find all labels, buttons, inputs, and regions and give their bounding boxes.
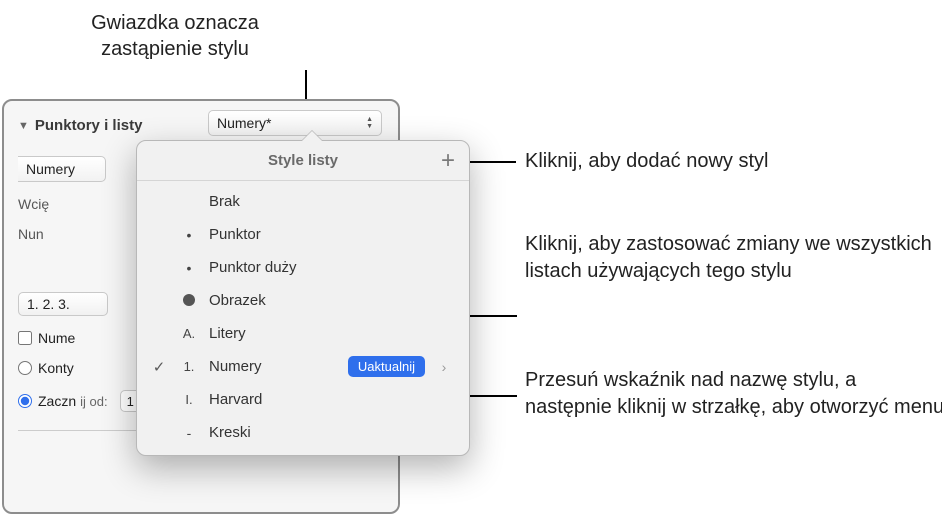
updown-caret-icon: ▲▼ [366,117,373,130]
style-bullet-icon [179,293,199,309]
checkmark-icon: ✓ [149,358,169,376]
style-bullet-icon: • [179,260,199,276]
style-bullet-icon: - [179,425,199,441]
list-style-option[interactable]: • Punktor duży [137,251,469,284]
list-style-option[interactable]: Brak [137,185,469,218]
style-option-label: Punktor duży [209,259,453,276]
style-option-label: Numery [209,358,338,375]
number-format-select[interactable]: 1. 2. 3. [18,292,108,316]
list-style-option[interactable]: -Kreski [137,416,469,449]
style-bullet-icon: 1. [179,359,199,374]
style-bullet-icon: I. [179,392,199,407]
annotation-update: Kliknij, aby zastosować zmiany we wszyst… [525,231,942,285]
style-option-label: Litery [209,325,453,342]
chevron-right-icon[interactable]: › [435,359,453,375]
list-style-option[interactable]: ✓ 1. Numery Uaktualnij › [137,350,469,383]
numbered-type-select[interactable]: Numery [18,156,106,182]
style-option-label: Kreski [209,424,453,441]
update-style-button[interactable]: Uaktualnij [348,356,425,377]
style-bullet-icon: • [179,227,199,243]
list-style-value: Numery* [217,115,271,131]
list-style-option[interactable]: • Punktor [137,218,469,251]
list-style-option[interactable]: A. Litery [137,317,469,350]
style-option-label: Obrazek [209,292,453,309]
section-title: Punktory i listy [35,117,143,134]
style-option-label: Brak [209,193,453,210]
list-style-option[interactable]: Obrazek [137,284,469,317]
annotation-top: Gwiazdka oznacza zastąpienie stylu [60,10,290,62]
radio-start-from[interactable] [18,394,32,408]
style-option-label: Harvard [209,391,453,408]
popover-header: Style listy + [137,141,469,181]
radio-continue[interactable] [18,361,32,375]
list-style-select[interactable]: Numery* ▲▼ [208,110,382,136]
list-style-popover: Style listy + Brak • Punktor • Punktor duży O… [136,140,470,456]
popover-list: Brak • Punktor • Punktor duży Obrazek A. Litery… [137,181,469,453]
tiered-checkbox[interactable] [18,331,32,345]
leader-arrow [467,395,517,397]
annotation-add: Kliknij, aby dodać nowy styl [525,148,942,175]
list-style-option[interactable]: I. Harvard [137,383,469,416]
disclosure-triangle-icon[interactable]: ▼ [18,120,29,132]
style-bullet-icon: A. [179,326,199,341]
style-option-label: Punktor [209,226,453,243]
add-style-button[interactable]: + [441,147,455,175]
annotation-arrow: Przesuń wskaźnik nad nazwę stylu, a nast… [525,367,942,421]
